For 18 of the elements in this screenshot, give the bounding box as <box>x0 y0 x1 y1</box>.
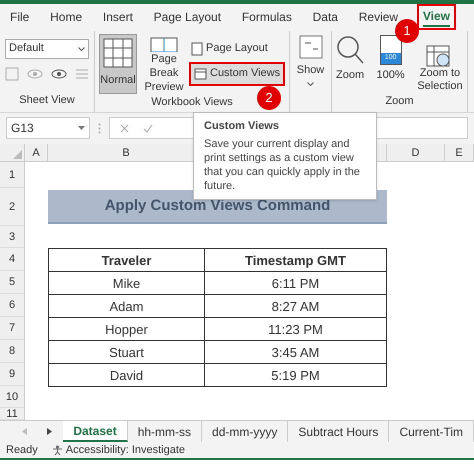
column-heading: Traveler <box>49 249 205 272</box>
table-cell-text: 6:11 PM <box>270 274 320 292</box>
table-cell: Adam <box>49 295 205 318</box>
table-cell-text: 5:19 PM <box>270 366 321 384</box>
status-text: Ready <box>6 442 38 458</box>
table-cell: Hopper <box>49 318 205 340</box>
table-cell: David <box>49 364 205 386</box>
group-label: Zoom <box>384 94 415 109</box>
table-cell: Stuart <box>49 341 205 364</box>
column-heading: Timestamp GMT <box>244 252 347 270</box>
table-cell-text: 3:45 AM <box>270 344 320 362</box>
table-cell-text: 11:23 PM <box>267 320 324 338</box>
tooltip-title: Custom Views <box>204 119 280 133</box>
table-cell-text: 8:27 AM <box>270 298 320 316</box>
group-label: Workbook Views <box>151 94 233 110</box>
tooltip-text: Save your current display and print settings as a custom view that you can quickly apply in the future. <box>204 137 361 193</box>
table-cell: Mike <box>49 272 205 294</box>
group-label: Sheet View <box>18 93 76 108</box>
